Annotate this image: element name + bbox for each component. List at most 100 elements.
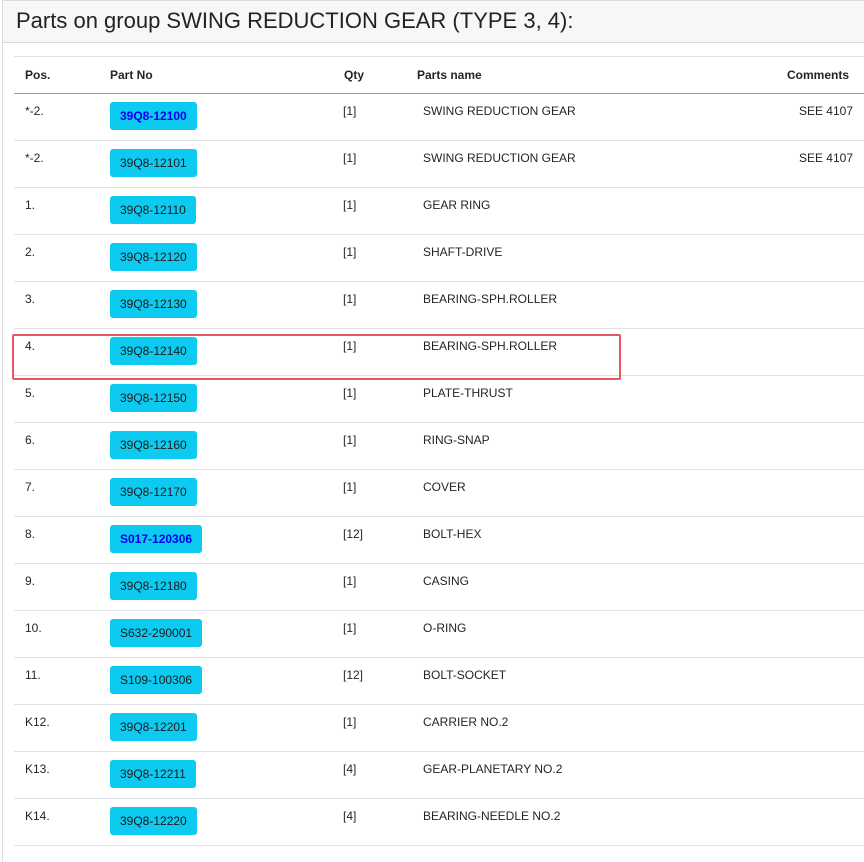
row-qty: [1] bbox=[333, 704, 406, 752]
row-comment bbox=[706, 422, 864, 470]
row-qty: [12] bbox=[333, 657, 406, 705]
row-part-name: O-RING bbox=[406, 610, 706, 658]
row-pos: 1. bbox=[14, 187, 99, 235]
row-comment bbox=[706, 469, 864, 517]
row-pos: 2. bbox=[14, 234, 99, 282]
row-pos: 5. bbox=[14, 375, 99, 423]
row-part-name: BEARING-SPH.ROLLER bbox=[406, 328, 706, 376]
table-row: 7. 39Q8-12170 [1] COVER bbox=[14, 469, 864, 517]
table-row: K14. 39Q8-12220 [4] BEARING-NEEDLE NO.2 bbox=[14, 798, 864, 846]
part-number-button[interactable]: 39Q8-12201 bbox=[110, 713, 197, 741]
row-part-name: SWING REDUCTION GEAR bbox=[406, 140, 706, 188]
row-part-name: BEARING-NEEDLE NO.2 bbox=[406, 798, 706, 846]
page-header: Parts on group SWING REDUCTION GEAR (TYP… bbox=[2, 0, 864, 43]
part-number-button[interactable]: S632-290001 bbox=[110, 619, 203, 647]
row-pos: 9. bbox=[14, 563, 99, 611]
row-pos: 3. bbox=[14, 281, 99, 329]
row-pos: K12. bbox=[14, 704, 99, 752]
header-pos: Pos. bbox=[14, 56, 99, 94]
row-qty: [1] bbox=[333, 281, 406, 329]
part-number-button[interactable]: 39Q8-12150 bbox=[110, 384, 197, 412]
part-number-button[interactable]: S109-100306 bbox=[110, 666, 203, 694]
row-part-no-cell: 39Q8-12150 bbox=[99, 375, 333, 423]
part-number-button[interactable]: 39Q8-12220 bbox=[110, 807, 197, 835]
row-qty: [4] bbox=[333, 751, 406, 799]
row-pos: *-2. bbox=[14, 93, 99, 141]
part-number-button[interactable]: 39Q8-12160 bbox=[110, 431, 197, 459]
part-number-button[interactable]: 39Q8-12130 bbox=[110, 290, 197, 318]
part-number-button[interactable]: S017-120306 bbox=[110, 525, 203, 553]
row-comment bbox=[706, 375, 864, 423]
row-pos: *-2. bbox=[14, 140, 99, 188]
row-qty: [12] bbox=[333, 516, 406, 564]
row-qty: [1] bbox=[333, 610, 406, 658]
row-pos: 6. bbox=[14, 422, 99, 470]
parts-panel: Pos. Part No Qty Parts name Comments *-2… bbox=[2, 43, 864, 862]
row-comment bbox=[706, 563, 864, 611]
table-row: 10. S632-290001 [1] O-RING bbox=[14, 610, 864, 658]
row-comment bbox=[706, 234, 864, 282]
table-row: *-2. 39Q8-12101 [1] SWING REDUCTION GEAR SEE… bbox=[14, 140, 864, 188]
row-part-name: COVER bbox=[406, 469, 706, 517]
row-part-name: GEAR-PLANETARY NO.2 bbox=[406, 751, 706, 799]
row-part-no-cell: S017-120306 bbox=[99, 516, 333, 564]
row-comment: SEE 4107 bbox=[706, 93, 864, 141]
row-part-no-cell: 39Q8-12110 bbox=[99, 187, 333, 235]
row-comment bbox=[706, 328, 864, 376]
row-part-no-cell: 39Q8-12120 bbox=[99, 234, 333, 282]
row-qty: [1] bbox=[333, 93, 406, 141]
header-part-no: Part No bbox=[99, 56, 333, 94]
parts-table-body: *-2. 39Q8-12100 [1] SWING REDUCTION GEAR SEE… bbox=[14, 93, 864, 846]
row-part-name: BOLT-SOCKET bbox=[406, 657, 706, 705]
row-part-name: CARRIER NO.2 bbox=[406, 704, 706, 752]
part-number-button[interactable]: 39Q8-12180 bbox=[110, 572, 197, 600]
row-part-no-cell: S109-100306 bbox=[99, 657, 333, 705]
row-pos: K13. bbox=[14, 751, 99, 799]
row-qty: [4] bbox=[333, 798, 406, 846]
row-pos: K14. bbox=[14, 798, 99, 846]
row-part-no-cell: 39Q8-12100 bbox=[99, 93, 333, 141]
table-row: 11. S109-100306 [12] BOLT-SOCKET bbox=[14, 657, 864, 705]
row-part-name: PLATE-THRUST bbox=[406, 375, 706, 423]
row-part-name: SHAFT-DRIVE bbox=[406, 234, 706, 282]
row-part-no-cell: 39Q8-12140 bbox=[99, 328, 333, 376]
row-pos: 8. bbox=[14, 516, 99, 564]
row-qty: [1] bbox=[333, 328, 406, 376]
row-comment bbox=[706, 516, 864, 564]
table-row: 4. 39Q8-12140 [1] BEARING-SPH.ROLLER bbox=[14, 328, 864, 376]
row-comment bbox=[706, 281, 864, 329]
row-qty: [1] bbox=[333, 563, 406, 611]
table-header-row: Pos. Part No Qty Parts name Comments bbox=[14, 56, 864, 94]
header-comments: Comments bbox=[706, 56, 864, 94]
row-part-name: CASING bbox=[406, 563, 706, 611]
row-comment bbox=[706, 187, 864, 235]
page-title: Parts on group SWING REDUCTION GEAR (TYP… bbox=[16, 8, 574, 33]
row-comment bbox=[706, 751, 864, 799]
part-number-button[interactable]: 39Q8-12110 bbox=[110, 196, 196, 224]
row-qty: [1] bbox=[333, 422, 406, 470]
row-part-name: GEAR RING bbox=[406, 187, 706, 235]
row-part-no-cell: 39Q8-12201 bbox=[99, 704, 333, 752]
table-row: 9. 39Q8-12180 [1] CASING bbox=[14, 563, 864, 611]
table-row: 3. 39Q8-12130 [1] BEARING-SPH.ROLLER bbox=[14, 281, 864, 329]
part-number-button[interactable]: 39Q8-12101 bbox=[110, 149, 197, 177]
row-part-no-cell: 39Q8-12160 bbox=[99, 422, 333, 470]
row-part-no-cell: 39Q8-12180 bbox=[99, 563, 333, 611]
part-number-button[interactable]: 39Q8-12211 bbox=[110, 760, 196, 788]
row-part-no-cell: 39Q8-12101 bbox=[99, 140, 333, 188]
row-part-name: BOLT-HEX bbox=[406, 516, 706, 564]
row-qty: [1] bbox=[333, 375, 406, 423]
part-number-button[interactable]: 39Q8-12170 bbox=[110, 478, 197, 506]
part-number-button[interactable]: 39Q8-12100 bbox=[110, 102, 197, 130]
part-number-button[interactable]: 39Q8-12140 bbox=[110, 337, 197, 365]
row-part-name: BEARING-SPH.ROLLER bbox=[406, 281, 706, 329]
table-row: 1. 39Q8-12110 [1] GEAR RING bbox=[14, 187, 864, 235]
row-part-no-cell: 39Q8-12220 bbox=[99, 798, 333, 846]
row-part-no-cell: 39Q8-12170 bbox=[99, 469, 333, 517]
table-row: *-2. 39Q8-12100 [1] SWING REDUCTION GEAR SEE… bbox=[14, 93, 864, 141]
header-parts-name: Parts name bbox=[406, 56, 706, 94]
row-part-name: SWING REDUCTION GEAR bbox=[406, 93, 706, 141]
part-number-button[interactable]: 39Q8-12120 bbox=[110, 243, 197, 271]
table-row: 5. 39Q8-12150 [1] PLATE-THRUST bbox=[14, 375, 864, 423]
row-pos: 10. bbox=[14, 610, 99, 658]
